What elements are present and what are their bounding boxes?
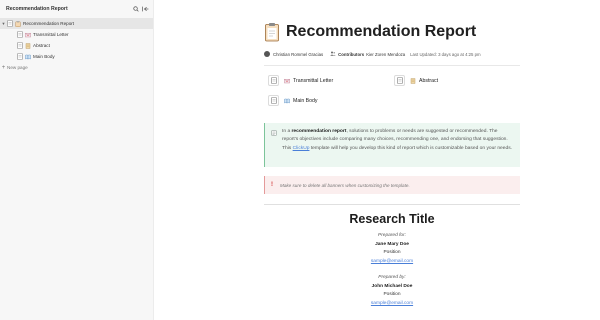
- prepared-for-name: Jane Mary Doe: [375, 241, 409, 247]
- prepared-by-position: Position: [383, 292, 401, 297]
- document-icon: [268, 75, 279, 86]
- link-main-body[interactable]: Main Body: [268, 95, 318, 106]
- warning-text: Make sure to delete all banners when cus…: [280, 182, 410, 188]
- info-callout: In a recommendation report, solutions to…: [264, 123, 520, 167]
- contributors-icon: [330, 51, 336, 57]
- sidebar-header: Recommendation Report: [0, 0, 153, 18]
- prepared-by-email[interactable]: sample@email.com: [371, 301, 413, 306]
- sidebar-item-label: Transmittal Letter: [33, 32, 69, 37]
- warning-icon: !: [271, 182, 273, 188]
- sidebar-item-transmittal-letter[interactable]: Transmittal Letter: [0, 29, 153, 40]
- callout-bold-text: recommendation report: [291, 129, 347, 134]
- search-icon[interactable]: [133, 6, 139, 12]
- chevron-down-icon[interactable]: ▼: [0, 21, 7, 26]
- last-updated: Last Updated: 3 days ago at 4:25 pm: [410, 51, 481, 57]
- open-book-emoji-icon: [284, 98, 290, 104]
- scroll-emoji-icon: [25, 42, 31, 49]
- sidebar-item-label: Recommendation Report: [23, 21, 75, 26]
- prepared-for-position: Position: [383, 250, 401, 255]
- plus-icon: +: [1, 64, 6, 71]
- contributors-name[interactable]: Kier Zoren Mendoza: [366, 52, 405, 57]
- document-icon: [17, 31, 23, 38]
- prepared-for-label: Prepared for:: [378, 233, 406, 238]
- sidebar-item-main-body[interactable]: Main Body: [0, 51, 153, 62]
- sidebar-title: Recommendation Report: [6, 6, 68, 12]
- warning-callout: ! Make sure to delete all banners when c…: [264, 176, 520, 194]
- info-icon: [271, 130, 277, 162]
- new-page-label: New page: [7, 65, 28, 70]
- avatar[interactable]: [264, 51, 270, 57]
- callout-text: template will help you develop this kind…: [309, 145, 512, 151]
- link-abstract[interactable]: Abstract: [394, 75, 438, 86]
- link-label: Main Body: [293, 97, 318, 104]
- app-root: Recommendation Report ▼ Recommendation R…: [0, 0, 600, 320]
- author-name[interactable]: Christian Rommel Gracias: [273, 52, 323, 57]
- prepared-by-block: Prepared by: John Michael Doe Position s…: [264, 274, 520, 308]
- prepared-for-block: Prepared for: Jane Mary Doe Position sam…: [264, 232, 520, 266]
- prepared-by-name: John Michael Doe: [371, 283, 413, 289]
- prepared-by-label: Prepared by:: [378, 275, 406, 280]
- info-callout-text: In a recommendation report, solutions to…: [282, 128, 512, 162]
- new-page-button[interactable]: + New page: [0, 62, 153, 73]
- title-row: Recommendation Report: [264, 18, 520, 46]
- clipboard-emoji-icon: [264, 22, 280, 42]
- envelope-emoji-icon: [25, 32, 31, 38]
- sidebar-item-recommendation-report[interactable]: ▼ Recommendation Report: [0, 18, 153, 29]
- clipboard-emoji-icon: [15, 20, 21, 27]
- document-body: Recommendation Report Christian Rommel G…: [264, 18, 520, 308]
- link-label: Abstract: [419, 77, 439, 84]
- collapse-sidebar-icon[interactable]: [142, 6, 149, 12]
- research-title: Research Title: [349, 212, 435, 226]
- sidebar-item-abstract[interactable]: Abstract: [0, 40, 153, 51]
- link-transmittal-letter[interactable]: Transmittal Letter: [268, 75, 333, 86]
- subpage-links: Transmittal Letter Abstract Main Body: [264, 73, 520, 117]
- document-icon: [17, 42, 23, 49]
- sidebar: Recommendation Report ▼ Recommendation R…: [0, 0, 154, 320]
- document-icon: [17, 53, 23, 60]
- clickup-link[interactable]: ClickUp: [293, 146, 310, 151]
- document-icon: [268, 95, 279, 106]
- document-icon: [394, 75, 405, 86]
- divider: [264, 65, 520, 66]
- scroll-emoji-icon: [410, 77, 416, 84]
- sidebar-item-label: Main Body: [33, 54, 55, 59]
- sidebar-item-label: Abstract: [33, 43, 50, 48]
- envelope-emoji-icon: [284, 78, 290, 84]
- prepared-for-email[interactable]: sample@email.com: [371, 259, 413, 264]
- page-meta: Christian Rommel Gracias Contributors Ki…: [264, 49, 520, 59]
- link-label: Transmittal Letter: [293, 77, 334, 84]
- divider: [264, 204, 520, 205]
- page-title: Recommendation Report: [286, 23, 477, 40]
- document-icon: [7, 20, 13, 27]
- contributors-label: Contributors: [338, 51, 365, 57]
- open-book-emoji-icon: [25, 54, 31, 60]
- callout-text: In a: [282, 129, 292, 134]
